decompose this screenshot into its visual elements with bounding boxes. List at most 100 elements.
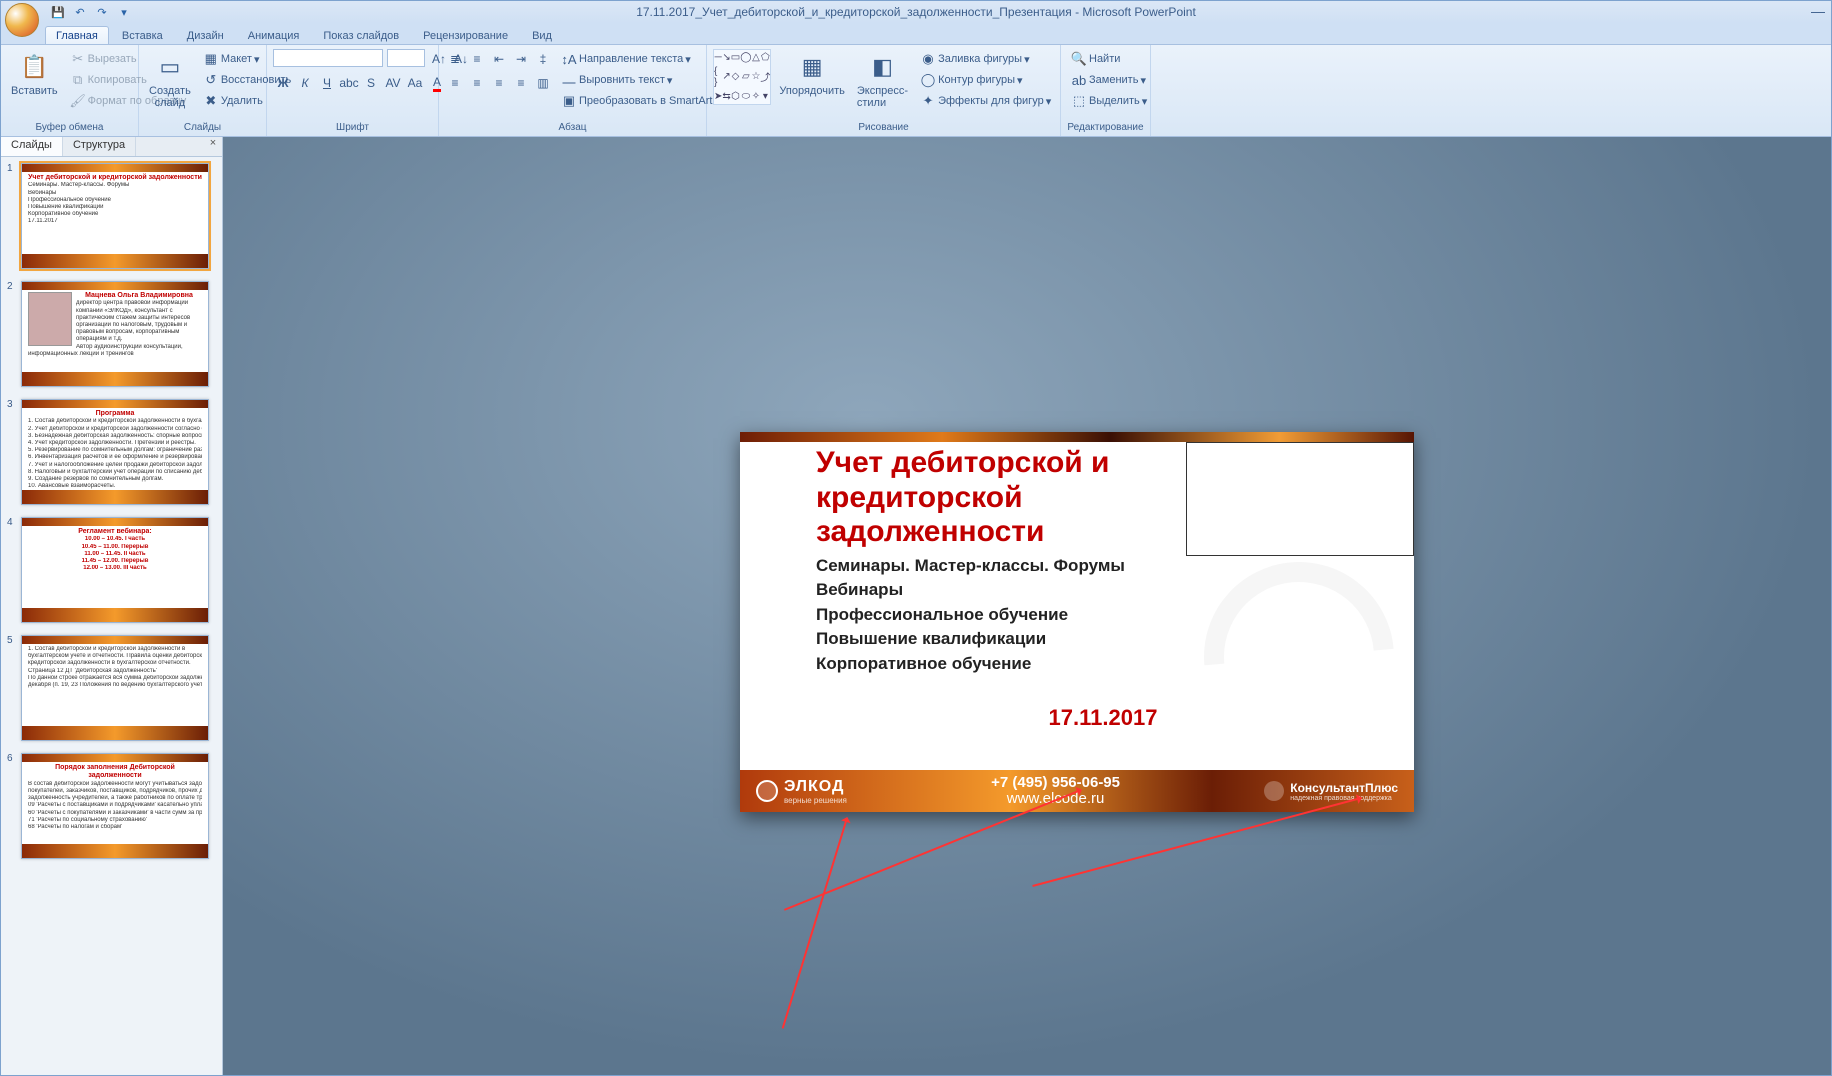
footer-phone: +7 (495) 956-06-95 (991, 775, 1120, 792)
copy-icon: ⧉ (70, 72, 86, 88)
effects-icon: ✦ (920, 93, 936, 109)
tab-insert[interactable]: Вставка (111, 26, 174, 44)
group-clipboard-label: Буфер обмена (7, 122, 132, 134)
brush-icon: 🖌 (70, 93, 86, 109)
slide-canvas[interactable]: Учет дебиторской и кредиторской задолжен… (740, 432, 1414, 812)
layout-icon: ▦ (203, 51, 219, 67)
align-text-icon: ⎼ (561, 72, 577, 88)
arrange-button[interactable]: ▦Упорядочить (775, 49, 848, 99)
slide-header-stripe (740, 432, 1414, 442)
tab-view[interactable]: Вид (521, 26, 563, 44)
group-paragraph-label: Абзац (445, 122, 700, 134)
delete-icon: ✖ (203, 93, 219, 109)
char-spacing-icon[interactable]: AV (383, 73, 403, 93)
columns-icon[interactable]: ▥ (533, 73, 553, 93)
group-font-label: Шрифт (273, 122, 432, 134)
new-slide-icon: ▭ (154, 51, 186, 83)
tab-animation[interactable]: Анимация (237, 26, 311, 44)
bold-icon[interactable]: Ж (273, 73, 293, 93)
find-icon: 🔍 (1071, 51, 1087, 67)
shape-effects-button[interactable]: ✦Эффекты для фигур ▾ (916, 91, 1055, 111)
find-button[interactable]: 🔍Найти (1067, 49, 1151, 69)
outdent-icon[interactable]: ⇤ (489, 49, 509, 69)
slide-editor[interactable]: Учет дебиторской и кредиторской задолжен… (223, 137, 1831, 1075)
group-drawing-label: Рисование (713, 122, 1054, 134)
office-button[interactable] (5, 3, 39, 37)
tab-review[interactable]: Рецензирование (412, 26, 519, 44)
slide-thumbnail[interactable]: Регламент вебинара:10.00 – 10.45. I част… (21, 517, 209, 623)
tab-design[interactable]: Дизайн (176, 26, 235, 44)
justify-icon[interactable]: ≡ (511, 73, 531, 93)
thumb-number: 2 (7, 281, 17, 387)
text-direction-icon: ↕A (561, 51, 577, 67)
ribbon: 📋 Вставить ✂Вырезать ⧉Копировать 🖌Формат… (1, 45, 1831, 137)
align-right-icon[interactable]: ≡ (489, 73, 509, 93)
slide-thumbnail[interactable]: Программа1. Состав дебиторской и кредито… (21, 399, 209, 505)
group-slides-label: Слайды (145, 122, 260, 134)
align-left-icon[interactable]: ≡ (445, 73, 465, 93)
slide-thumbnail[interactable]: Мацнева Ольга Владимировнадиректор центр… (21, 281, 209, 387)
shapes-gallery[interactable]: ─↘▭◯△⬠ { }↗◇▱☆⤴ ➤⇆⬡⬭✧▾ (713, 49, 771, 105)
cut-icon: ✂ (70, 51, 86, 67)
shadow-icon[interactable]: S (361, 73, 381, 93)
slide-title[interactable]: Учет дебиторской и кредиторской задолжен… (816, 446, 1390, 550)
font-size-combo[interactable] (387, 49, 425, 67)
slide-thumbnail[interactable]: Учет дебиторской и кредиторской задолжен… (21, 163, 209, 269)
replace-button[interactable]: abЗаменить ▾ (1067, 70, 1151, 90)
outline-icon: ◯ (920, 72, 936, 88)
group-editing-label: Редактирование (1067, 122, 1144, 134)
minimize-icon[interactable]: — (1811, 3, 1825, 19)
titlebar: 💾 ↶ ↷ ▾ 17.11.2017_Учет_дебиторской_и_кр… (1, 1, 1831, 23)
new-slide-button[interactable]: ▭ Создать слайд (145, 49, 195, 111)
select-button[interactable]: ⬚Выделить ▾ (1067, 91, 1151, 111)
fill-icon: ◉ (920, 51, 936, 67)
convert-smartart-button[interactable]: ▣Преобразовать в SmartArt ▾ (557, 91, 724, 111)
tab-home[interactable]: Главная (45, 26, 109, 44)
thumb-number: 1 (7, 163, 17, 269)
thumb-number: 3 (7, 399, 17, 505)
arrange-icon: ▦ (796, 51, 828, 83)
change-case-icon[interactable]: Aa (405, 73, 425, 93)
quick-styles-button[interactable]: ◧Экспресс-стили (853, 49, 912, 111)
consultant-logo-icon (1264, 781, 1284, 801)
align-center-icon[interactable]: ≡ (467, 73, 487, 93)
pane-tab-slides[interactable]: Слайды (1, 137, 63, 156)
close-pane-icon[interactable]: × (204, 137, 222, 156)
footer-brand-sub: верные решения (784, 796, 847, 805)
paste-button[interactable]: 📋 Вставить (7, 49, 62, 99)
slides-panel: Слайды Структура × 1Учет дебиторской и к… (1, 137, 223, 1075)
text-direction-button[interactable]: ↕AНаправление текста ▾ (557, 49, 724, 69)
reset-icon: ↺ (203, 72, 219, 88)
annotation-arrow (782, 818, 848, 1029)
align-text-button[interactable]: ⎼Выровнить текст ▾ (557, 70, 724, 90)
thumb-number: 5 (7, 635, 17, 741)
line-spacing-icon[interactable]: ‡ (533, 49, 553, 69)
numbering-icon[interactable]: ≡ (467, 49, 487, 69)
indent-icon[interactable]: ⇥ (511, 49, 531, 69)
bullets-icon[interactable]: ≣ (445, 49, 465, 69)
strike-icon[interactable]: abc (339, 73, 359, 93)
slide-thumbnail[interactable]: Порядок заполнения Дебиторской задолженн… (21, 753, 209, 859)
ribbon-tabs: Главная Вставка Дизайн Анимация Показ сл… (1, 23, 1831, 45)
thumb-number: 4 (7, 517, 17, 623)
new-slide-label: Создать слайд (149, 85, 191, 109)
pane-tab-outline[interactable]: Структура (63, 137, 136, 156)
paste-icon: 📋 (18, 51, 50, 83)
tab-slideshow[interactable]: Показ слайдов (312, 26, 410, 44)
select-icon: ⬚ (1071, 93, 1087, 109)
shape-fill-button[interactable]: ◉Заливка фигуры ▾ (916, 49, 1055, 69)
paste-label: Вставить (11, 85, 58, 97)
thumb-number: 6 (7, 753, 17, 859)
footer-right-brand: КонсультантПлюс (1290, 781, 1398, 795)
font-family-combo[interactable] (273, 49, 383, 67)
quick-styles-icon: ◧ (866, 51, 898, 83)
elcode-logo-icon (756, 780, 778, 802)
italic-icon[interactable]: К (295, 73, 315, 93)
shape-outline-button[interactable]: ◯Контур фигуры ▾ (916, 70, 1055, 90)
underline-icon[interactable]: Ч (317, 73, 337, 93)
replace-icon: ab (1071, 72, 1087, 88)
footer-brand: ЭЛКОД (784, 778, 847, 796)
window-title: 17.11.2017_Учет_дебиторской_и_кредиторск… (1, 5, 1831, 19)
smartart-icon: ▣ (561, 93, 577, 109)
slide-thumbnail[interactable]: 1. Состав дебиторской и кредиторской зад… (21, 635, 209, 741)
